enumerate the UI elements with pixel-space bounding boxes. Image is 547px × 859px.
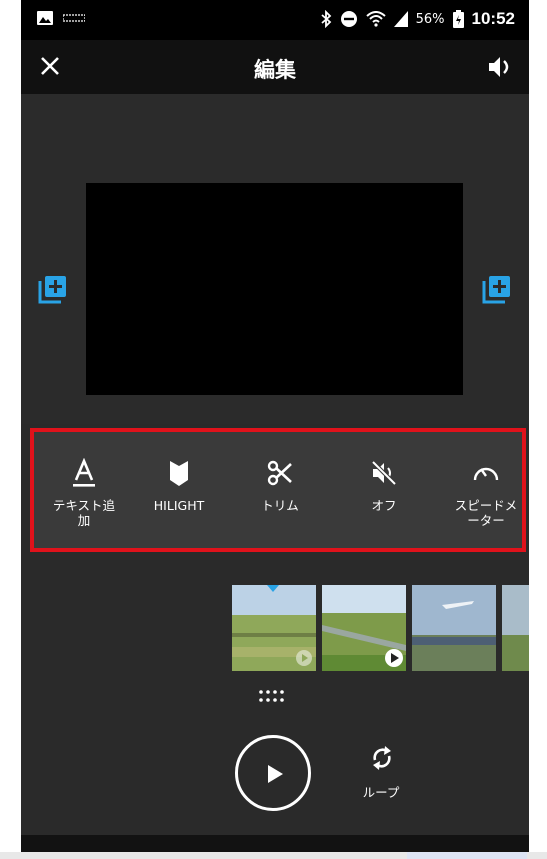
navigation-bar [21, 835, 529, 852]
sim-icon [63, 14, 85, 22]
hilight-tool[interactable]: HILIGHT [129, 432, 229, 548]
sound-off-label: オフ [371, 498, 397, 513]
scissors-icon [267, 460, 292, 486]
current-clip-marker-icon [267, 585, 279, 592]
sound-off-tool[interactable]: オフ [334, 432, 434, 548]
do-not-disturb-icon [340, 11, 357, 27]
play-button[interactable] [235, 735, 311, 811]
speedometer-icon [473, 467, 499, 481]
hilight-tag-icon [170, 461, 188, 486]
add-clip-right-button[interactable] [482, 274, 512, 304]
loop-icon [373, 746, 391, 770]
add-clip-icon [482, 276, 510, 304]
page-title: 編集 [254, 58, 296, 82]
battery-icon [452, 10, 464, 28]
trim-label: トリム [261, 498, 299, 513]
add-clip-left-button[interactable] [38, 274, 68, 304]
timeline-panel: ループ [21, 552, 529, 852]
volume-icon [489, 57, 509, 77]
play-icon [268, 765, 283, 783]
mute-speaker-icon [371, 460, 397, 486]
page-bottom-edge [0, 852, 547, 859]
signal-icon [393, 11, 408, 27]
loop-label: ループ [362, 785, 400, 800]
text-a-icon [73, 458, 95, 487]
app-bar: 編集 [21, 40, 529, 94]
clip-thumbnail[interactable] [232, 585, 316, 671]
add-text-label: テキスト追 加 [52, 498, 116, 528]
edit-toolbar: テキスト追 加 HILIGHT トリム オフ スピードメ ーター [30, 428, 526, 552]
page-bottom-accent [407, 852, 527, 859]
preview-area [21, 94, 529, 424]
add-clip-icon [38, 276, 66, 304]
speedometer-tool[interactable]: スピードメ ーター [436, 432, 536, 548]
bluetooth-icon [321, 10, 331, 28]
loop-button[interactable]: ループ [351, 740, 411, 800]
clock: 10:52 [471, 9, 515, 28]
status-bar: 56% 10:52 [21, 0, 529, 40]
hilight-label: HILIGHT [153, 498, 205, 513]
video-preview[interactable] [86, 183, 463, 395]
drag-handle-icon[interactable] [258, 689, 294, 703]
clip-thumbnail[interactable] [412, 585, 496, 671]
clip-thumbnail[interactable] [502, 585, 529, 671]
wifi-icon [365, 11, 386, 27]
lower-panel: ループ [21, 552, 529, 852]
trim-tool[interactable]: トリム [230, 432, 330, 548]
speedometer-label: スピードメ ーター [454, 498, 518, 528]
add-text-tool[interactable]: テキスト追 加 [34, 432, 134, 548]
clip-timeline[interactable] [232, 585, 529, 673]
image-icon [37, 11, 53, 25]
clip-thumbnail[interactable] [322, 585, 406, 671]
volume-button[interactable] [485, 52, 515, 82]
battery-percent: 56% [415, 11, 445, 27]
